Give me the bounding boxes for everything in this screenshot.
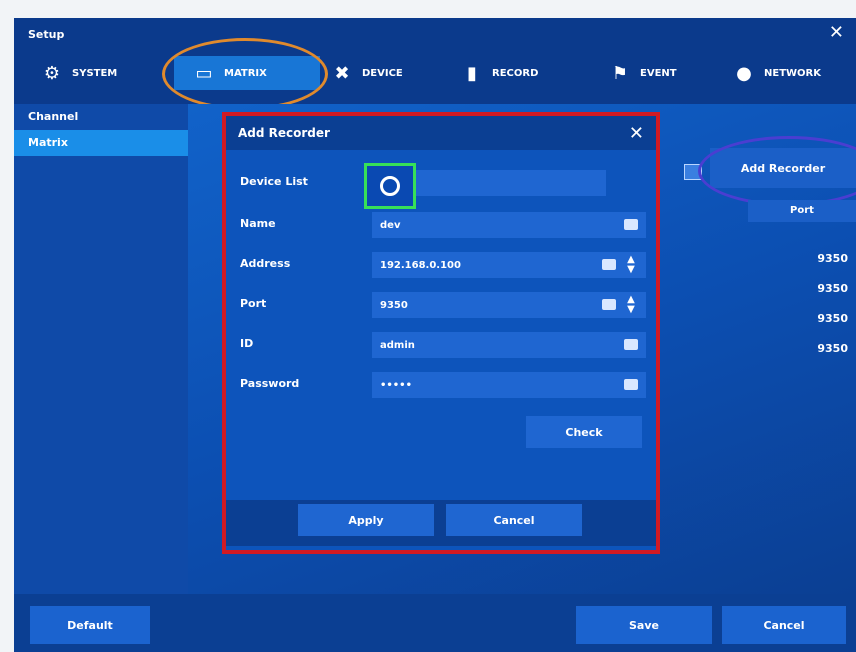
check-button[interactable]: Check [526, 416, 642, 448]
dialog-title: Add Recorder [238, 126, 330, 140]
window-title: Setup [28, 28, 65, 41]
stepper-icon[interactable]: ▲ ▼ [624, 255, 638, 275]
port-cell: 9350 [817, 342, 848, 355]
id-label: ID [240, 337, 254, 350]
tab-network-label: NETWORK [764, 67, 822, 79]
bottom-action-bar: Default Save Cancel [14, 594, 856, 652]
tab-device[interactable]: ✖ DEVICE [330, 56, 403, 90]
port-input[interactable]: 9350 ▲ ▼ [372, 292, 646, 318]
tab-device-label: DEVICE [362, 67, 403, 79]
device-list-row: Device List [226, 168, 656, 198]
password-value: ••••• [380, 379, 412, 391]
stepper-icon[interactable]: ▲ ▼ [624, 295, 638, 315]
address-value: 192.168.0.100 [380, 259, 461, 271]
device-list-label: Device List [240, 175, 308, 188]
port-row: Port 9350 ▲ ▼ [226, 290, 656, 320]
tab-system-label: SYSTEM [72, 67, 118, 79]
password-label: Password [240, 377, 300, 390]
sidebar-item-matrix[interactable]: Matrix [14, 130, 188, 156]
tab-event-label: EVENT [640, 67, 677, 79]
flag-icon: ⚑ [611, 62, 629, 84]
cancel-button[interactable]: Cancel [722, 606, 846, 644]
port-cell: 9350 [817, 252, 848, 265]
refresh-icon [380, 176, 400, 196]
tab-system[interactable]: ⚙ SYSTEM [40, 56, 117, 90]
apply-button[interactable]: Apply [298, 504, 434, 536]
address-row: Address 192.168.0.100 ▲ ▼ [226, 250, 656, 280]
id-input[interactable]: admin [372, 332, 646, 358]
port-label: Port [240, 297, 267, 310]
annotation-orange-circle [162, 38, 328, 110]
dialog-header: Add Recorder ✕ [226, 116, 656, 150]
id-value: admin [380, 339, 415, 351]
password-input[interactable]: ••••• [372, 372, 646, 398]
keyboard-icon[interactable] [624, 379, 638, 390]
keyboard-icon[interactable] [602, 259, 616, 270]
password-row: Password ••••• [226, 370, 656, 400]
port-value: 9350 [380, 299, 408, 311]
address-input[interactable]: 192.168.0.100 ▲ ▼ [372, 252, 646, 278]
name-value: dev [380, 219, 401, 231]
keyboard-icon[interactable] [624, 339, 638, 350]
camera-icon: ▮ [467, 62, 477, 84]
gear-icon: ⚙ [43, 62, 61, 84]
save-button[interactable]: Save [576, 606, 712, 644]
top-tab-bar: Setup ✕ ⚙ SYSTEM ▭ MATRIX ✖ DEVICE ▮ REC… [14, 18, 856, 110]
tab-record-label: RECORD [492, 67, 539, 79]
refresh-device-list-button[interactable] [364, 163, 416, 209]
sidebar: Channel Matrix [14, 104, 188, 594]
dialog-footer: Apply Cancel [226, 500, 656, 546]
tools-icon: ✖ [334, 62, 350, 84]
tab-record[interactable]: ▮ RECORD [460, 56, 538, 90]
annotation-purple-circle [698, 136, 856, 206]
port-cell: 9350 [817, 312, 848, 325]
add-recorder-dialog: Add Recorder ✕ Device List Name dev Addr… [222, 112, 660, 554]
dialog-cancel-button[interactable]: Cancel [446, 504, 582, 536]
close-window-icon[interactable]: ✕ [829, 22, 844, 43]
port-cell: 9350 [817, 282, 848, 295]
name-label: Name [240, 217, 276, 230]
id-row: ID admin [226, 330, 656, 360]
sidebar-item-channel[interactable]: Channel [14, 104, 188, 130]
name-row: Name dev [226, 210, 656, 240]
port-column-header: Port [748, 200, 856, 222]
globe-icon: ● [736, 62, 752, 84]
tab-event[interactable]: ⚑ EVENT [608, 56, 677, 90]
name-input[interactable]: dev [372, 212, 646, 238]
address-label: Address [240, 257, 291, 270]
tab-network[interactable]: ● NETWORK [732, 56, 821, 90]
default-button[interactable]: Default [30, 606, 150, 644]
keyboard-icon[interactable] [624, 219, 638, 230]
dialog-close-icon[interactable]: ✕ [629, 123, 644, 144]
keyboard-icon[interactable] [602, 299, 616, 310]
